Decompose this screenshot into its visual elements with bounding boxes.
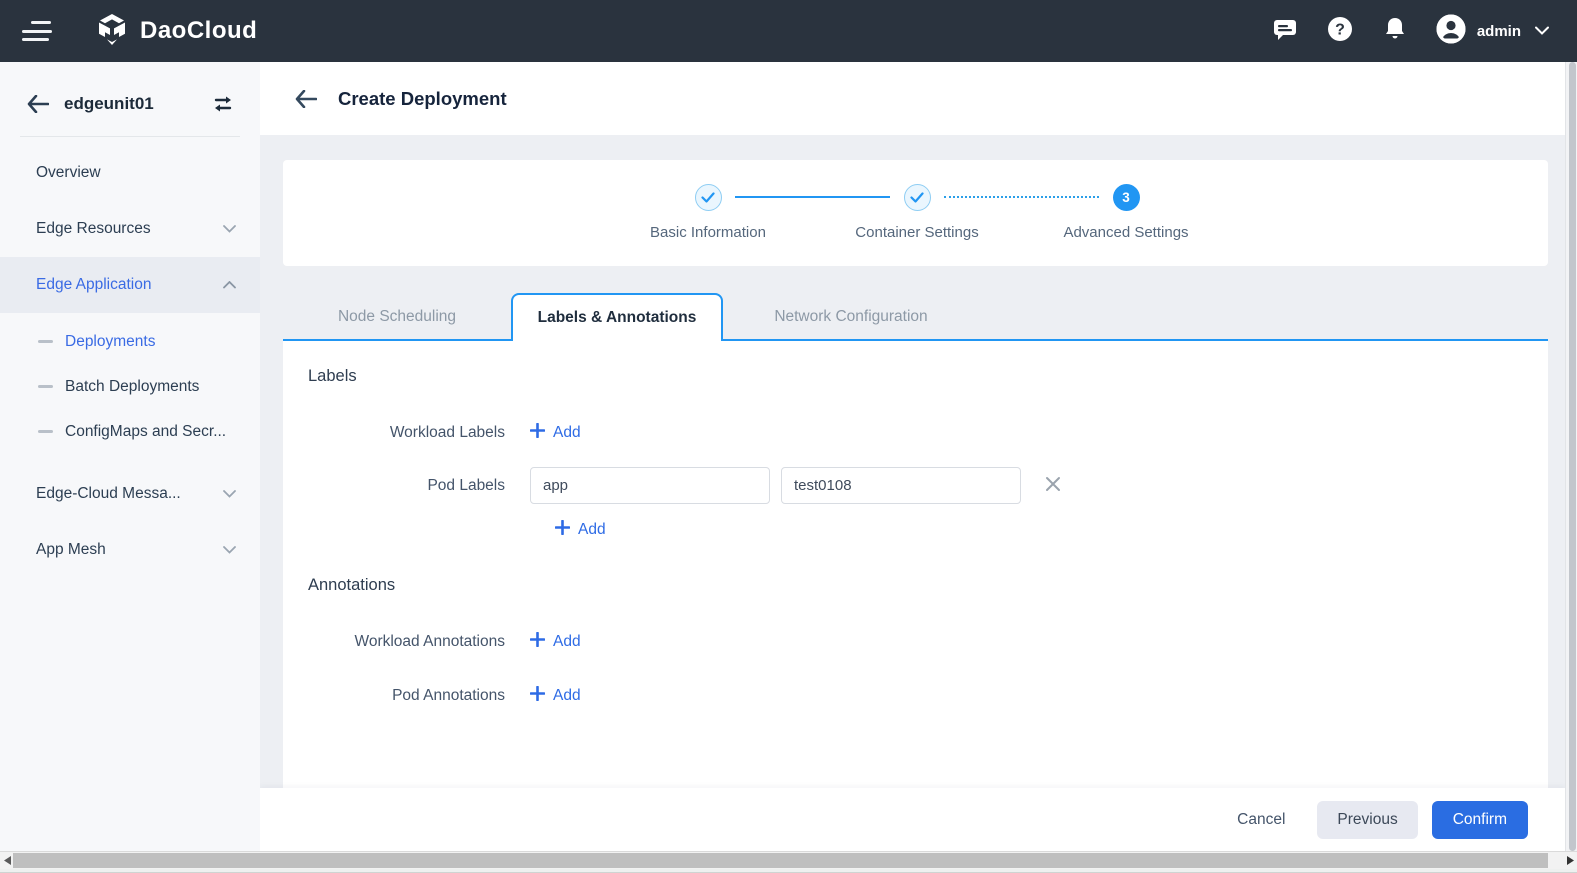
previous-button[interactable]: Previous xyxy=(1317,801,1417,839)
pod-label-value-input[interactable] xyxy=(781,467,1021,504)
horizontal-scrollbar-thumb[interactable] xyxy=(13,853,1548,868)
remove-pod-label-button[interactable] xyxy=(1043,476,1063,496)
plus-icon xyxy=(555,520,570,540)
avatar-icon xyxy=(1435,13,1467,50)
dash-icon xyxy=(38,385,53,388)
sidebar-item-configmaps-secrets[interactable]: ConfigMaps and Secr... xyxy=(0,409,260,454)
pod-annotations-label: Pod Annotations xyxy=(308,687,530,705)
main-area: Create Deployment Basic Information Cont… xyxy=(260,62,1565,851)
page-header: Create Deployment xyxy=(260,62,1565,135)
dash-icon xyxy=(38,430,53,433)
step-advanced-settings[interactable]: 3 Advanced Settings xyxy=(1041,184,1211,241)
edge-application-submenu: Deployments Batch Deployments ConfigMaps… xyxy=(0,313,260,466)
workload-labels-label: Workload Labels xyxy=(308,424,530,442)
chevron-down-icon xyxy=(223,541,236,559)
horizontal-scrollbar[interactable] xyxy=(0,851,1577,869)
plus-icon xyxy=(530,423,545,443)
step-container-settings[interactable]: Container Settings xyxy=(832,184,1002,241)
content-area: Basic Information Container Settings 3 A… xyxy=(260,135,1565,788)
top-navbar: DaoCloud ? xyxy=(0,0,1577,62)
labels-annotations-panel: Labels Workload Labels Add Pod Labels xyxy=(283,341,1548,788)
close-icon xyxy=(1045,476,1061,495)
plus-icon xyxy=(530,686,545,706)
pod-labels-row: Pod Labels xyxy=(308,467,1548,504)
sidebar-item-edge-resources[interactable]: Edge Resources xyxy=(0,201,260,257)
page-title: Create Deployment xyxy=(338,88,507,110)
brand-name: DaoCloud xyxy=(140,17,257,45)
labels-section-heading: Labels xyxy=(308,367,1548,386)
add-workload-annotation-button[interactable]: Add xyxy=(530,632,581,652)
sidebar-item-edge-application[interactable]: Edge Application xyxy=(0,257,260,313)
help-button[interactable]: ? xyxy=(1325,16,1355,46)
pod-labels-label: Pod Labels xyxy=(308,477,530,495)
notifications-button[interactable] xyxy=(1380,16,1410,46)
confirm-button[interactable]: Confirm xyxy=(1432,801,1528,839)
chevron-up-icon xyxy=(223,276,236,294)
plus-icon xyxy=(530,632,545,652)
workload-annotations-row: Workload Annotations Add xyxy=(308,632,1548,652)
step-number-badge: 3 xyxy=(1113,184,1140,211)
chevron-down-icon xyxy=(223,485,236,503)
scroll-left-arrow-icon[interactable] xyxy=(1,854,13,867)
sidebar-item-batch-deployments[interactable]: Batch Deployments xyxy=(0,364,260,409)
step-basic-information[interactable]: Basic Information xyxy=(623,184,793,241)
settings-tabbar: Node Scheduling Labels & Annotations Net… xyxy=(283,293,1548,341)
sidebar-item-deployments[interactable]: Deployments xyxy=(0,319,260,364)
chevron-down-icon xyxy=(223,220,236,238)
pod-annotations-row: Pod Annotations Add xyxy=(308,686,1548,706)
user-chevron-down-icon xyxy=(1535,22,1549,40)
pod-labels-add-row: Add xyxy=(555,520,1548,540)
workload-annotations-label: Workload Annotations xyxy=(308,633,530,651)
question-icon: ? xyxy=(1326,15,1354,48)
annotations-section-heading: Annotations xyxy=(308,576,1548,595)
chat-icon xyxy=(1272,16,1298,47)
sidebar-item-overview[interactable]: Overview xyxy=(0,145,260,201)
sidebar: edgeunit01 Overview Edge Resources Edge … xyxy=(0,62,260,851)
switch-unit-button[interactable] xyxy=(211,92,235,116)
stepper: Basic Information Container Settings 3 A… xyxy=(283,160,1548,266)
username-label: admin xyxy=(1477,23,1521,40)
workload-labels-row: Workload Labels Add xyxy=(308,423,1548,443)
navbar-actions: ? admin xyxy=(1245,13,1549,50)
add-pod-annotation-button[interactable]: Add xyxy=(530,686,581,706)
scroll-right-arrow-icon[interactable] xyxy=(1564,854,1576,867)
page-back-button[interactable] xyxy=(294,87,318,111)
cancel-button[interactable]: Cancel xyxy=(1223,802,1299,838)
sidebar-item-edge-cloud-message[interactable]: Edge-Cloud Messa... xyxy=(0,466,260,522)
vertical-scrollbar-thumb[interactable] xyxy=(1569,62,1576,851)
daocloud-logo[interactable]: DaoCloud xyxy=(94,11,257,52)
add-workload-label-button[interactable]: Add xyxy=(530,423,581,443)
step-done-check-icon xyxy=(695,184,722,211)
daocloud-cube-icon xyxy=(94,11,130,52)
tab-node-scheduling[interactable]: Node Scheduling xyxy=(283,293,511,341)
edge-unit-title: edgeunit01 xyxy=(64,94,211,114)
sidebar-item-app-mesh[interactable]: App Mesh xyxy=(0,522,260,578)
sidebar-divider xyxy=(20,136,240,137)
vertical-scrollbar[interactable] xyxy=(1565,62,1577,851)
step-done-check-icon xyxy=(904,184,931,211)
tab-labels-annotations[interactable]: Labels & Annotations xyxy=(511,293,723,341)
svg-text:?: ? xyxy=(1335,21,1345,38)
menu-toggle-icon[interactable] xyxy=(22,19,54,43)
sidebar-header: edgeunit01 xyxy=(0,62,260,116)
feedback-button[interactable] xyxy=(1270,16,1300,46)
tab-network-configuration[interactable]: Network Configuration xyxy=(723,293,979,341)
pod-label-key-input[interactable] xyxy=(530,467,770,504)
window-bottom-edge xyxy=(0,869,1577,873)
add-pod-label-button[interactable]: Add xyxy=(555,520,606,540)
user-menu[interactable]: admin xyxy=(1435,13,1549,50)
bell-icon xyxy=(1382,16,1408,47)
wizard-footer: Cancel Previous Confirm xyxy=(260,788,1565,851)
dash-icon xyxy=(38,340,53,343)
sidebar-back-button[interactable] xyxy=(26,92,50,116)
